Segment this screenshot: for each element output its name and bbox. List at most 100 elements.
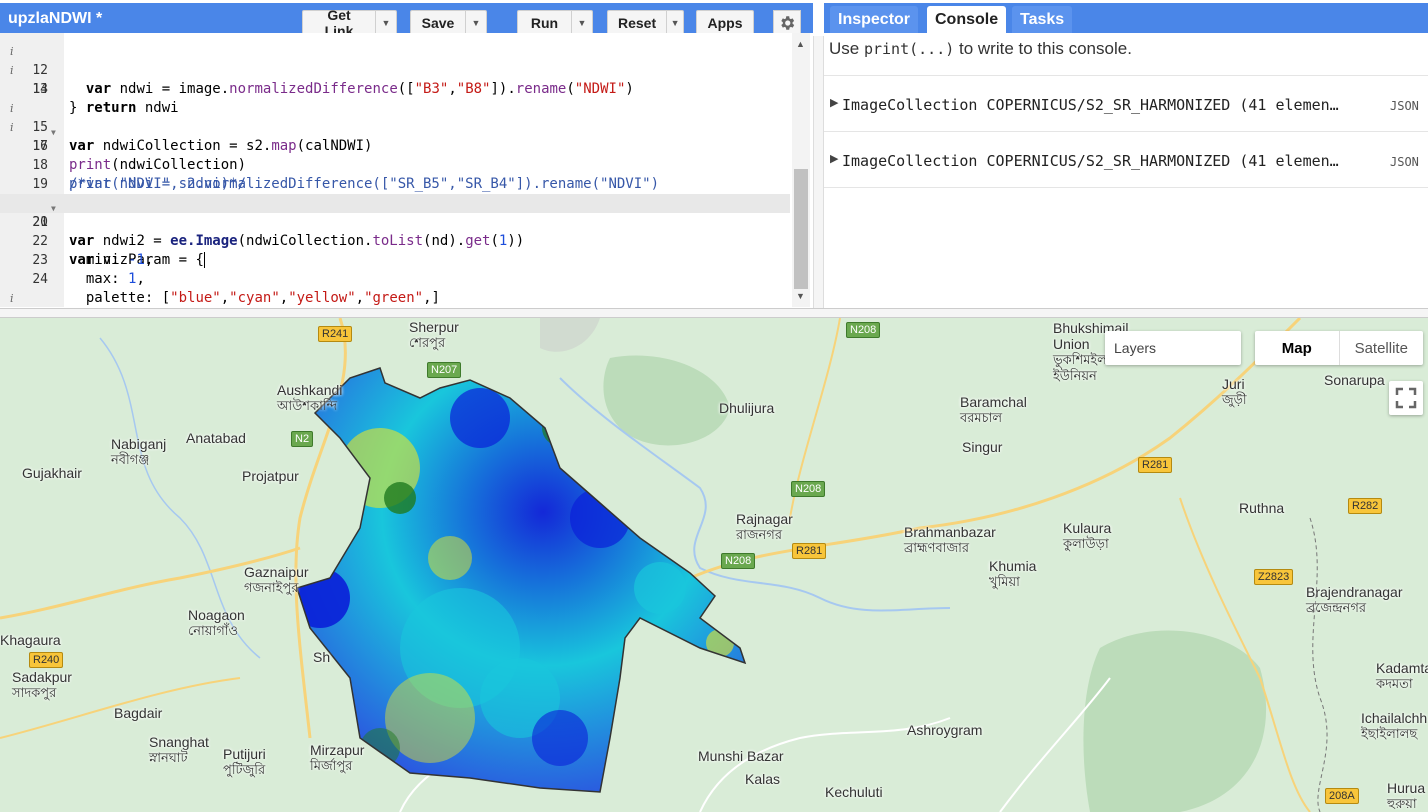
- map-view[interactable]: Sherpur শেরপুর Aushkandi আউশকান্দি Nabigan…: [0, 318, 1428, 812]
- place-label: Anatabad: [186, 430, 246, 446]
- apps-button[interactable]: Apps: [696, 10, 754, 35]
- map-type-control[interactable]: Map Satellite: [1255, 331, 1423, 365]
- road-shield: R281: [792, 543, 827, 559]
- console-hint: Use print(...) to write to this console.: [829, 39, 1132, 58]
- horizontal-splitter[interactable]: [0, 308, 1428, 318]
- road-shield: R282: [1348, 498, 1383, 514]
- code-line[interactable]: i 16 print(ndwiCollection): [0, 99, 790, 173]
- place-label: Snanghat স্নানঘাট: [149, 734, 209, 765]
- place-label: Kechuluti: [825, 784, 883, 800]
- scroll-down-icon[interactable]: ▼: [796, 291, 805, 301]
- place-label: Dhulijura: [719, 400, 775, 416]
- code-line[interactable]: 24 palette: ["blue","cyan","yellow","gre…: [0, 251, 790, 306]
- code-editor[interactable]: i 12 var ndwi = image.normalizedDifferen…: [0, 33, 813, 307]
- expand-arrow-icon[interactable]: ▶: [830, 96, 838, 109]
- code-line[interactable]: i 12 var ndwi = image.normalizedDifferen…: [0, 33, 790, 97]
- tab-tasks[interactable]: Tasks: [1012, 6, 1073, 33]
- road: [294, 318, 347, 739]
- console-panel: Use print(...) to write to this console.…: [824, 33, 1428, 308]
- place-label: Kulaura কুলাউড়া: [1063, 520, 1112, 551]
- place-label: Baramchal বরমচাল: [960, 394, 1027, 425]
- expand-arrow-icon[interactable]: ▶: [830, 152, 838, 165]
- place-label: Singur: [962, 439, 1003, 455]
- place-label: Munshi Bazar: [698, 748, 784, 764]
- road-shield: Z2823: [1254, 569, 1294, 585]
- code-line-active[interactable]: 21 ▼ var vizParam = {: [0, 194, 790, 268]
- vertical-splitter[interactable]: [813, 36, 824, 308]
- console-entry[interactable]: ▶ ImageCollection COPERNICUS/S2_SR_HARMO…: [824, 75, 1428, 131]
- json-badge[interactable]: JSON: [1390, 99, 1419, 113]
- place-label: Juri জুড়ী: [1222, 376, 1247, 407]
- code-line[interactable]: i 25 }: [0, 270, 790, 305]
- editor-header: upzlaNDWI * Get Link ▼ Save ▼ Run ▼ Rese…: [0, 3, 813, 39]
- reset-label: Reset: [618, 14, 657, 31]
- scrollbar-thumb[interactable]: [794, 169, 808, 289]
- place-label: Hurua হুরুয়া: [1387, 780, 1426, 811]
- chevron-down-icon[interactable]: ▼: [666, 11, 683, 34]
- code-line[interactable]: i 20 var ndwi2 = ee.Image(ndwiCollection…: [0, 175, 790, 249]
- road-shield: 208A: [1325, 788, 1359, 804]
- chevron-down-icon[interactable]: ▼: [465, 11, 486, 34]
- place-label: Sadakpur সাদকপুর: [12, 669, 72, 700]
- road-shield: R241: [318, 326, 353, 342]
- save-button[interactable]: Save ▼: [410, 10, 487, 35]
- code-line[interactable]: 14 }: [0, 61, 790, 116]
- settings-gear-icon[interactable]: [773, 10, 801, 35]
- chevron-down-icon[interactable]: ▼: [571, 11, 592, 34]
- get-link-button[interactable]: Get Link ▼: [302, 7, 397, 39]
- layers-control[interactable]: Layers: [1105, 331, 1241, 365]
- console-entry[interactable]: ▶ ImageCollection COPERNICUS/S2_SR_HARMO…: [824, 131, 1428, 188]
- fullscreen-icon[interactable]: [1389, 381, 1423, 415]
- console-entry-text: ImageCollection COPERNICUS/S2_SR_HARMONI…: [842, 96, 1339, 114]
- place-label: Brahmanbazar ব্রাহ্মণবাজার: [904, 524, 996, 555]
- place-label: Brajendranagar ব্রজেন্দ্রনগর: [1306, 584, 1403, 615]
- place-label: Ruthna: [1239, 500, 1285, 516]
- json-badge[interactable]: JSON: [1390, 155, 1419, 169]
- place-label: Sh: [313, 649, 331, 665]
- place-label: Aushkandi আউশকান্দি: [277, 382, 343, 413]
- border-line: [1309, 517, 1328, 812]
- map-type-satellite[interactable]: Satellite: [1340, 331, 1424, 365]
- road-shield: N208: [721, 553, 756, 569]
- chevron-down-icon[interactable]: ▼: [375, 11, 396, 34]
- editor-scrollbar[interactable]: ▲ ▼: [792, 33, 810, 307]
- code-line[interactable]: i 26 Map.addLayer(ndwi2.clip(upzla),vizP…: [0, 289, 790, 307]
- script-title: upzlaNDWI *: [8, 10, 103, 27]
- code-line[interactable]: 18 print("NDVI", ndvi)*/: [0, 137, 790, 192]
- code-line[interactable]: i 15 var ndwiCollection = s2.map(calNDWI…: [0, 80, 790, 154]
- place-label: Kalas: [745, 771, 781, 787]
- road-shield: N208: [846, 322, 881, 338]
- place-label: Gaznaipur গজনাইপুর: [244, 564, 309, 595]
- place-label: Kadamta কদমতা: [1376, 660, 1428, 691]
- place-label: Rajnagar রাজনগর: [736, 511, 793, 542]
- place-label: Putijuri পুটিজুরি: [223, 746, 266, 777]
- scroll-up-icon[interactable]: ▲: [796, 39, 805, 49]
- code-line[interactable]: 22 min: -1,: [0, 213, 790, 268]
- right-panel-header: Inspector Console Tasks: [824, 3, 1428, 33]
- place-label: Khumia খুমিয়া: [989, 558, 1037, 589]
- code-line[interactable]: i 13 return ndwi: [0, 42, 790, 116]
- console-entry-text: ImageCollection COPERNICUS/S2_SR_HARMONI…: [842, 152, 1339, 170]
- place-label: Nabiganj নবীগঞ্জ: [111, 436, 167, 467]
- map-type-map[interactable]: Map: [1255, 331, 1340, 365]
- place-label: Gujakhair: [22, 465, 82, 481]
- save-label: Save: [421, 14, 455, 31]
- apps-label: Apps: [707, 14, 743, 31]
- place-label: Bagdair: [114, 705, 163, 721]
- hill-area: [540, 318, 600, 352]
- code-line[interactable]: 23 max: 1,: [0, 232, 790, 287]
- tab-inspector[interactable]: Inspector: [830, 6, 919, 33]
- place-label: Ichailalchh ইছাইলালছ: [1361, 710, 1428, 741]
- road-shield: N2: [291, 431, 314, 447]
- place-label: Sherpur শেরপুর: [409, 319, 459, 350]
- code-line[interactable]: 17 ▼ /*var ndvi = s2.normalizedDifferenc…: [0, 118, 790, 192]
- place-label: Sonarupa: [1324, 372, 1385, 388]
- tab-console[interactable]: Console: [927, 6, 1007, 33]
- run-button[interactable]: Run ▼: [517, 10, 593, 35]
- place-label: Mirzapur মির্জাপুর: [310, 742, 365, 773]
- place-label: Projatpur: [242, 468, 299, 484]
- reset-button[interactable]: Reset ▼: [607, 10, 684, 35]
- road-shield: N208: [791, 481, 826, 497]
- road-shield: R240: [29, 652, 64, 668]
- code-line[interactable]: 19 var nd = ndwiCollection.size();: [0, 156, 790, 211]
